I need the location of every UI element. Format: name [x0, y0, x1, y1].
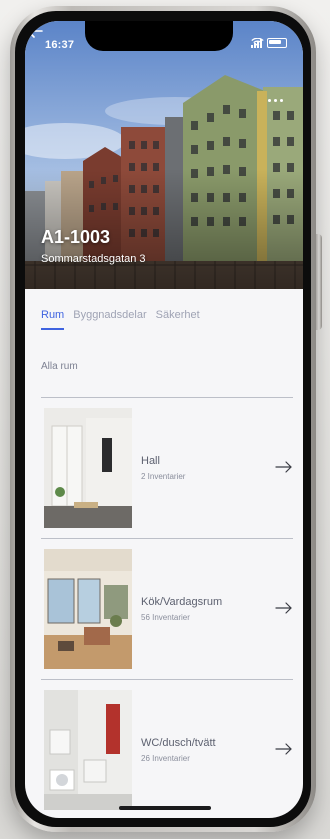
room-thumbnail: [44, 549, 132, 669]
back-arrow-icon[interactable]: [25, 21, 45, 41]
app-screen: 16:37 A1-1003 Sommarstadsgatan 3 Rum Byg…: [25, 21, 303, 818]
status-time: 16:37: [45, 39, 75, 51]
battery-icon: [267, 38, 287, 48]
phone-frame: 16:37 A1-1003 Sommarstadsgatan 3 Rum Byg…: [10, 6, 322, 832]
hero-image: 16:37 A1-1003 Sommarstadsgatan 3: [25, 21, 303, 289]
notch: [85, 21, 233, 51]
room-list-item-wc-dusch-tvatt[interactable]: WC/dusch/tvätt 26 Inventarier: [41, 680, 293, 818]
room-name: WC/dusch/tvätt: [141, 737, 216, 749]
home-indicator[interactable]: [119, 806, 211, 810]
room-name: Kök/Vardagsrum: [141, 596, 223, 608]
status-bar: 16:37: [25, 21, 303, 67]
side-button: [316, 234, 322, 330]
room-inventory-count: 2 Inventarier: [141, 472, 186, 481]
unit-title: A1-1003: [41, 227, 111, 247]
tab-sakerhet[interactable]: Säkerhet: [156, 309, 200, 330]
room-inventory-count: 26 Inventarier: [141, 754, 190, 763]
tab-rum[interactable]: Rum: [41, 309, 65, 330]
room-thumbnail: [44, 408, 132, 528]
room-name: Hall: [141, 455, 160, 467]
tab-byggnadsdelar[interactable]: Byggnadsdelar: [73, 309, 146, 330]
room-list-item-kok-vardagsrum[interactable]: Kök/Vardagsrum 56 Inventarier: [41, 539, 293, 680]
section-label: Alla rum: [41, 361, 78, 372]
arrow-right-icon[interactable]: [275, 601, 293, 615]
wifi-icon: [251, 38, 264, 47]
tab-bar: Rum Byggnadsdelar Säkerhet: [41, 309, 200, 330]
room-inventory-count: 56 Inventarier: [141, 613, 190, 622]
room-list-item-hall[interactable]: Hall 2 Inventarier: [41, 398, 293, 539]
room-thumbnail: [44, 690, 132, 810]
more-dots-icon[interactable]: [268, 99, 283, 102]
status-icons: [251, 38, 287, 48]
arrow-right-icon[interactable]: [275, 460, 293, 474]
arrow-right-icon[interactable]: [275, 742, 293, 756]
unit-address: Sommarstadsgatan 3: [41, 253, 146, 265]
